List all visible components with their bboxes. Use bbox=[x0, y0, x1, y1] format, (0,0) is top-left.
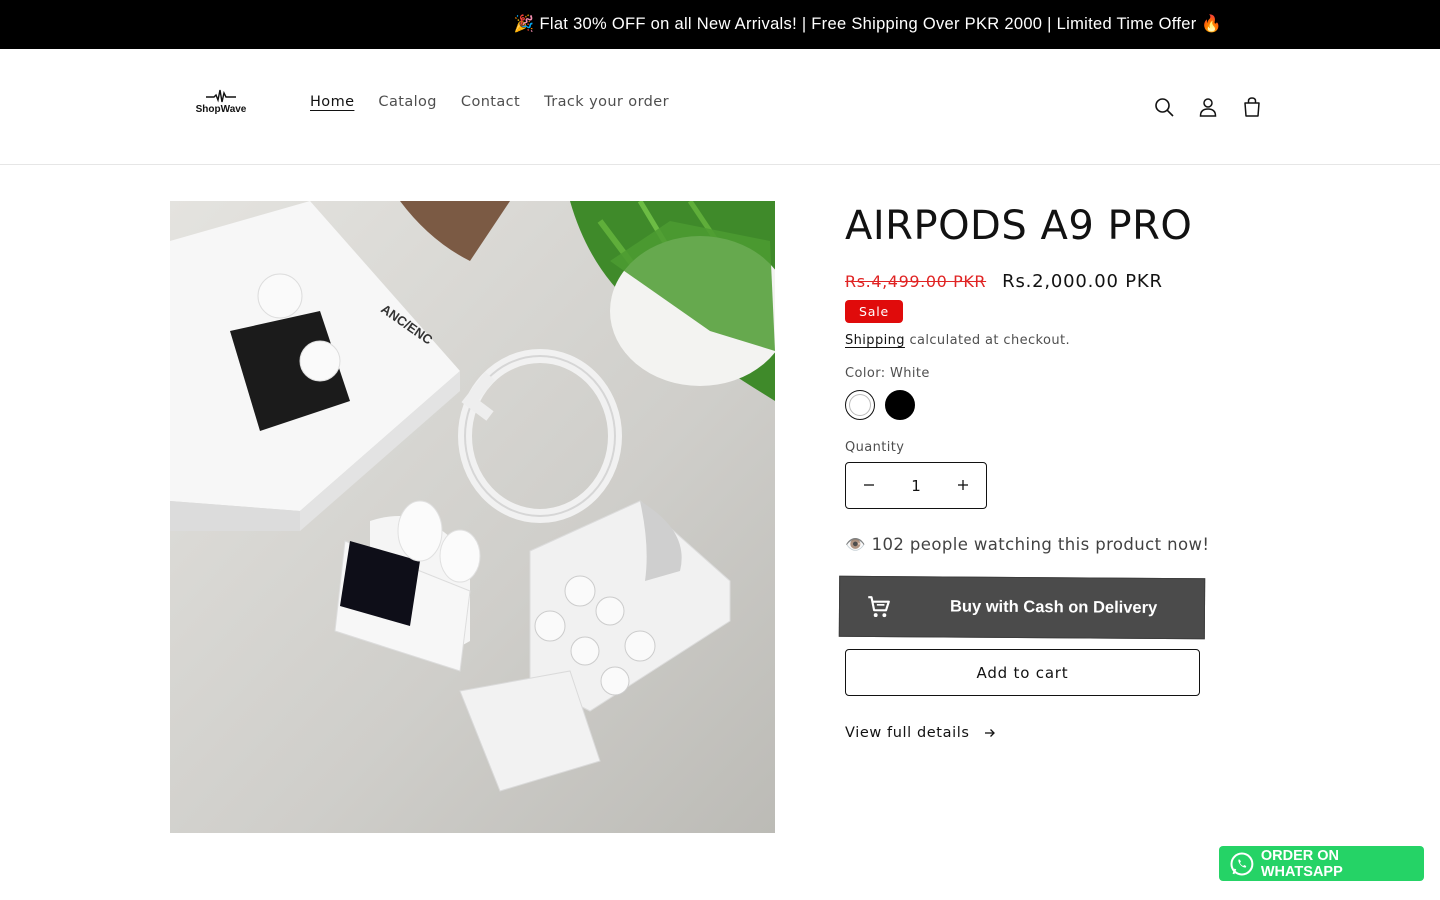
quantity-label: Quantity bbox=[845, 440, 905, 455]
nav-contact[interactable]: Contact bbox=[449, 94, 532, 110]
buy-cod-label: Buy with Cash on Delivery bbox=[949, 597, 1158, 617]
whatsapp-order-label: ORDER ON WHATSAPP bbox=[1260, 847, 1343, 880]
main-nav: Home Catalog Contact Track your order bbox=[298, 94, 681, 110]
swatch-black[interactable] bbox=[885, 390, 915, 420]
site-header: ShopWave Home Catalog Contact Track your… bbox=[0, 49, 1440, 165]
sale-price: Rs.2,000.00 PKR bbox=[1002, 271, 1163, 292]
swatch-white[interactable] bbox=[845, 390, 875, 420]
nav-catalog[interactable]: Catalog bbox=[366, 94, 449, 110]
account-icon[interactable] bbox=[1186, 85, 1230, 129]
header-icons bbox=[1142, 85, 1274, 129]
whatsapp-icon bbox=[1230, 852, 1254, 875]
quantity-input[interactable] bbox=[892, 476, 940, 495]
product-image[interactable]: ANC/ENC bbox=[170, 201, 775, 833]
shipping-note: Shipping calculated at checkout. bbox=[845, 333, 1215, 348]
watching-counter: 👁️ 102 people watching this product now! bbox=[845, 535, 1210, 554]
search-icon[interactable] bbox=[1142, 85, 1186, 129]
sale-badge: Sale bbox=[845, 300, 903, 323]
price-block: Rs.4,499.00 PKR Rs.2,000.00 PKR bbox=[845, 271, 1215, 292]
quantity-increase-button[interactable] bbox=[940, 463, 986, 508]
shipping-link[interactable]: Shipping bbox=[845, 333, 905, 348]
arrow-right-icon bbox=[984, 729, 995, 737]
product-info: AIRPODS A9 PRO Rs.4,499.00 PKR Rs.2,000.… bbox=[838, 201, 1215, 741]
view-full-details-label: View full details bbox=[845, 725, 970, 741]
brand-logo[interactable]: ShopWave bbox=[192, 89, 250, 119]
shipping-note-text: calculated at checkout. bbox=[904, 333, 1071, 348]
minus-icon bbox=[864, 484, 874, 486]
product-title: AIRPODS A9 PRO bbox=[845, 203, 1193, 249]
color-label: Color: White bbox=[845, 366, 930, 381]
cart-icon[interactable] bbox=[1230, 85, 1274, 129]
quantity-decrease-button[interactable] bbox=[846, 463, 892, 508]
brand-name: ShopWave bbox=[195, 104, 247, 115]
nav-home[interactable]: Home bbox=[298, 94, 366, 110]
soundwave-logo-icon bbox=[206, 89, 236, 103]
shopping-cart-icon bbox=[868, 595, 890, 617]
color-swatches bbox=[845, 390, 1215, 420]
quantity-stepper bbox=[845, 462, 987, 509]
view-full-details-link[interactable]: View full details bbox=[845, 725, 996, 741]
nav-track-order[interactable]: Track your order bbox=[532, 94, 681, 110]
whatsapp-order-button[interactable]: ORDER ON WHATSAPP bbox=[1219, 846, 1424, 881]
announcement-text: 🎉 Flat 30% OFF on all New Arrivals! | Fr… bbox=[513, 15, 1223, 33]
announcement-bar: 🎉 Flat 30% OFF on all New Arrivals! | Fr… bbox=[0, 0, 1440, 49]
plus-icon bbox=[958, 480, 968, 490]
add-to-cart-button[interactable]: Add to cart bbox=[845, 649, 1200, 696]
buy-cod-button[interactable]: Buy with Cash on Delivery bbox=[838, 575, 1206, 640]
regular-price: Rs.4,499.00 PKR bbox=[845, 272, 987, 291]
